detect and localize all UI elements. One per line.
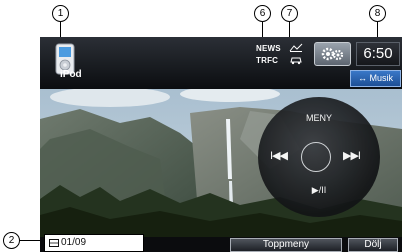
device-screen: iPod NEWS TRFC 6:50 ↔ Musik MENY I◀◀ ▶▶I…: [40, 37, 402, 252]
chapter-indicator: 01/09: [44, 234, 144, 252]
callout-1-line: [60, 22, 61, 37]
source-label: iPod: [60, 69, 82, 80]
gear-icon: [321, 47, 344, 61]
news-indicator: NEWS: [256, 44, 281, 53]
film-icon: [49, 239, 59, 247]
previous-track-button[interactable]: I◀◀: [270, 149, 288, 162]
clock-display[interactable]: 6:50: [356, 42, 400, 66]
callout-6-line: [262, 22, 263, 37]
settings-button[interactable]: [314, 42, 351, 66]
playback-control-pad: MENY I◀◀ ▶▶I ▶/II: [258, 97, 380, 217]
top-menu-button[interactable]: Toppmeny: [230, 238, 342, 252]
news-icon: [289, 43, 303, 52]
callout-7-line: [289, 22, 290, 37]
video-playback-area[interactable]: MENY I◀◀ ▶▶I ▶/II: [40, 89, 402, 237]
traffic-car-icon: [290, 57, 302, 65]
callout-6: 6: [254, 5, 271, 22]
traffic-news-indicators: NEWS TRFC: [256, 42, 316, 68]
callout-1: 1: [52, 5, 69, 22]
callout-8-line: [377, 22, 378, 37]
chapter-number: 01/09: [61, 237, 87, 248]
top-bar: iPod NEWS TRFC 6:50 ↔ Musik: [40, 37, 402, 89]
callout-8: 8: [369, 5, 386, 22]
callout-7: 7: [281, 5, 298, 22]
music-mode-button[interactable]: ↔ Musik: [350, 70, 401, 87]
traffic-indicator: TRFC: [256, 56, 279, 65]
hide-button[interactable]: Dölj: [348, 238, 398, 252]
menu-button[interactable]: MENY: [298, 113, 340, 123]
play-pause-button[interactable]: ▶/II: [301, 185, 337, 196]
callout-2: 2: [3, 232, 20, 249]
center-select-button[interactable]: [301, 142, 331, 172]
next-track-button[interactable]: ▶▶I: [343, 149, 361, 162]
